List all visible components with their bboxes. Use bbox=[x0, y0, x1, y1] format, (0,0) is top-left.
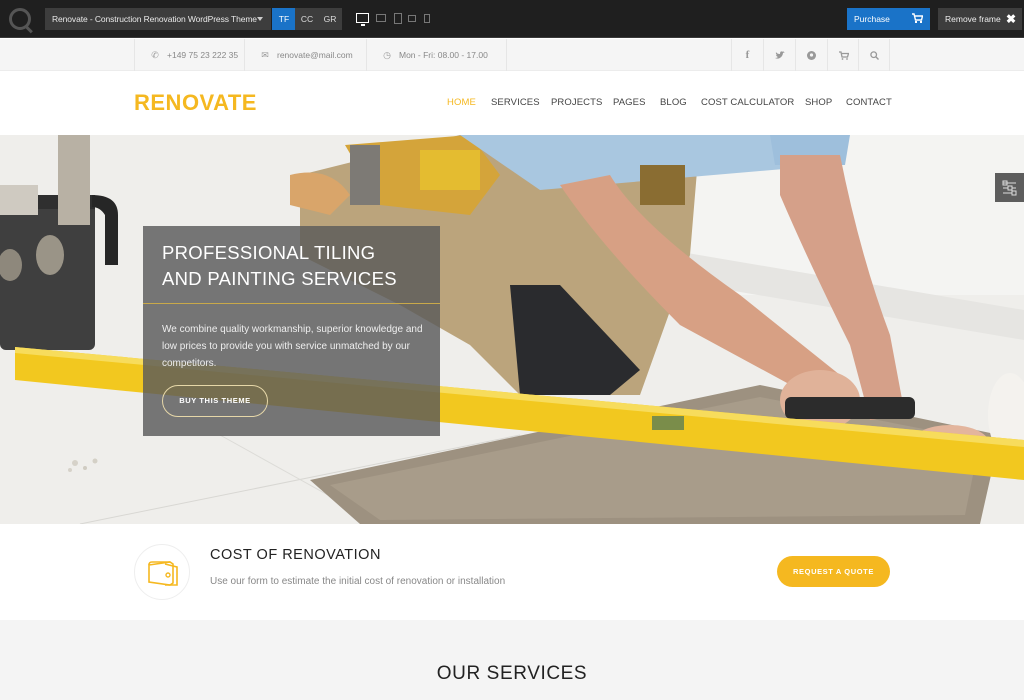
hero-description: We combine quality workmanship, superior… bbox=[162, 324, 423, 369]
hero-title: PROFESSIONAL TILING AND PAINTING SERVICE… bbox=[162, 240, 432, 292]
hero-slider: PROFESSIONAL TILING AND PAINTING SERVICE… bbox=[0, 135, 1024, 524]
site-logo[interactable]: RENOVATE bbox=[134, 90, 257, 116]
email-address[interactable]: renovate@mail.com bbox=[277, 50, 353, 60]
services-section: OUR SERVICES bbox=[0, 620, 1024, 700]
purchase-button[interactable]: Purchase bbox=[847, 8, 930, 30]
email-info[interactable]: ✉ renovate@mail.com bbox=[244, 39, 366, 71]
nav-services[interactable]: SERVICES bbox=[491, 97, 540, 108]
marketplace-tab-cc[interactable]: CC bbox=[295, 8, 319, 30]
remove-frame-label: Remove frame bbox=[945, 14, 1001, 24]
twitter-icon[interactable] bbox=[763, 39, 795, 71]
tablet-portrait-view-icon[interactable] bbox=[394, 13, 402, 24]
cart-icon bbox=[912, 13, 923, 23]
phone-number: +149 75 23 222 35 bbox=[167, 50, 239, 60]
facebook-icon[interactable]: f bbox=[731, 39, 763, 71]
theme-select-value: Renovate - Construction Renovation WordP… bbox=[52, 14, 257, 24]
divider bbox=[889, 39, 890, 71]
services-heading: OUR SERVICES bbox=[436, 663, 588, 684]
envelope-icon: ✉ bbox=[261, 50, 269, 60]
hero-title-line-2: AND PAINTING SERVICES bbox=[162, 268, 397, 289]
buy-theme-button[interactable]: BUY THIS THEME bbox=[162, 385, 268, 417]
nav-shop[interactable]: SHOP bbox=[805, 97, 832, 108]
hero-divider bbox=[143, 303, 440, 304]
nav-pages[interactable]: PAGES bbox=[613, 97, 646, 108]
pinterest-icon[interactable] bbox=[795, 39, 827, 71]
nav-blog[interactable]: BLOG bbox=[660, 97, 687, 108]
cart-icon[interactable] bbox=[827, 39, 859, 71]
wallet-icon-circle bbox=[134, 544, 190, 600]
nav-cost-calculator[interactable]: COST CALCULATOR bbox=[701, 97, 794, 108]
cost-of-renovation-bar: COST OF RENOVATION Use our form to estim… bbox=[0, 524, 1024, 620]
preview-frame-bar: Renovate - Construction Renovation WordP… bbox=[0, 0, 1024, 38]
nav-home[interactable]: HOME bbox=[447, 97, 476, 108]
desktop-view-icon[interactable] bbox=[356, 13, 369, 23]
chevron-down-icon bbox=[257, 17, 263, 21]
frame-logo-icon bbox=[9, 8, 31, 30]
style-switcher-toggle[interactable] bbox=[995, 173, 1024, 202]
opening-hours: Mon - Fri: 08.00 - 17.00 bbox=[399, 50, 488, 60]
hero-caption-box: PROFESSIONAL TILING AND PAINTING SERVICE… bbox=[143, 226, 440, 436]
tablet-landscape-view-icon[interactable] bbox=[408, 15, 416, 22]
cost-description: Use our form to estimate the initial cos… bbox=[210, 576, 506, 587]
phone-info: ✆ +149 75 23 222 35 bbox=[134, 39, 244, 71]
wallet-icon bbox=[148, 561, 178, 586]
close-icon: ✖ bbox=[1005, 12, 1016, 26]
remove-frame-button[interactable]: Remove frame ✖ bbox=[938, 8, 1022, 30]
phone-view-icon[interactable] bbox=[424, 14, 430, 23]
top-info-bar: ✆ +149 75 23 222 35 ✉ renovate@mail.com ◷ M… bbox=[0, 39, 1024, 71]
clock-icon: ◷ bbox=[383, 50, 391, 60]
cost-title: COST OF RENOVATION bbox=[210, 547, 381, 563]
phone-icon: ✆ bbox=[151, 50, 159, 60]
request-quote-button[interactable]: REQUEST A QUOTE bbox=[777, 556, 890, 587]
nav-contact[interactable]: CONTACT bbox=[846, 97, 892, 108]
purchase-label: Purchase bbox=[854, 14, 890, 24]
divider bbox=[506, 39, 507, 71]
sliders-icon bbox=[1002, 180, 1017, 196]
desktop-stand bbox=[361, 24, 365, 26]
laptop-view-icon[interactable] bbox=[376, 14, 386, 22]
site-header: RENOVATE HOME SERVICES PROJECTS PAGES BL… bbox=[0, 72, 1024, 135]
hero-title-line-1: PROFESSIONAL TILING bbox=[162, 242, 376, 263]
hours-info: ◷ Mon - Fri: 08.00 - 17.00 bbox=[366, 39, 506, 71]
theme-select[interactable]: Renovate - Construction Renovation WordP… bbox=[45, 8, 271, 30]
nav-projects[interactable]: PROJECTS bbox=[551, 97, 602, 108]
marketplace-tab-gr[interactable]: GR bbox=[318, 8, 342, 30]
search-icon[interactable] bbox=[858, 39, 890, 71]
marketplace-tab-tf[interactable]: TF bbox=[272, 8, 296, 30]
